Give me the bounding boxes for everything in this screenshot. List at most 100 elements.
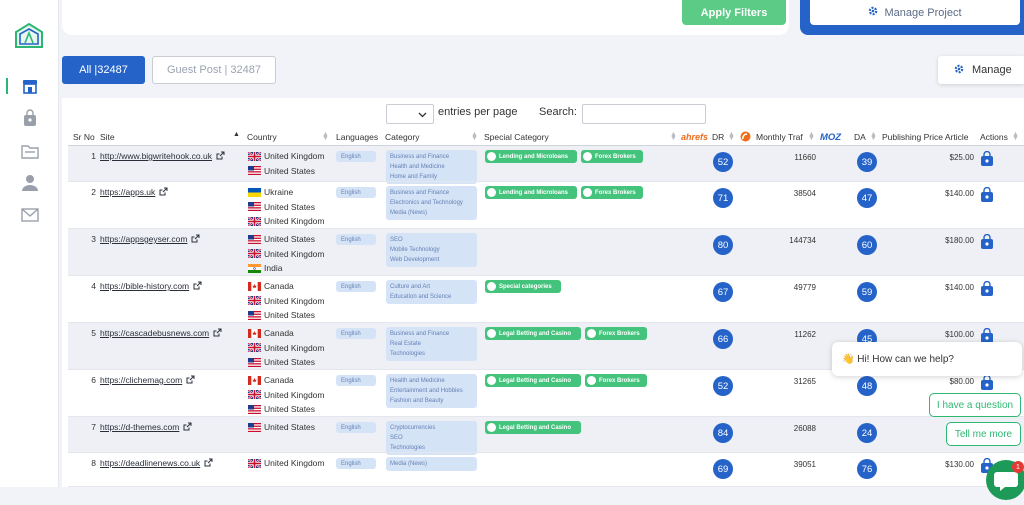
- manage-button[interactable]: Manage: [938, 56, 1024, 84]
- have-question-button[interactable]: I have a question: [929, 393, 1021, 417]
- column-header-da[interactable]: DA: [854, 132, 866, 142]
- da-badge: 76: [857, 459, 877, 479]
- flag-icon: [248, 263, 261, 273]
- check-dot-icon: [487, 152, 496, 161]
- flag-icon: [248, 422, 261, 432]
- ahrefs-logo: ahrefs: [681, 132, 709, 142]
- country-item: United Kingdom: [247, 389, 324, 400]
- flag-icon: [247, 248, 262, 259]
- country-name: United States: [264, 165, 316, 176]
- category-list: Media (News): [386, 457, 477, 471]
- column-header-dr[interactable]: DR: [712, 132, 724, 142]
- user-icon[interactable]: [19, 173, 41, 193]
- store-icon[interactable]: [19, 76, 41, 96]
- tab-all[interactable]: All |32487: [62, 56, 145, 84]
- column-header-site[interactable]: Site: [100, 132, 115, 142]
- da-badge: 24: [857, 423, 877, 443]
- site-url: https://bible-history.com: [100, 281, 190, 291]
- check-dot-icon: [487, 329, 496, 338]
- add-to-cart-icon[interactable]: [980, 374, 994, 391]
- check-dot-icon: [487, 423, 496, 432]
- sort-icon: ▲ ▼: [728, 131, 735, 142]
- category-item: Health and Medicine: [390, 164, 445, 170]
- folder-icon[interactable]: [19, 141, 41, 161]
- add-to-cart-icon[interactable]: [980, 186, 994, 203]
- site-link[interactable]: https://deadlinenews.co.uk: [100, 458, 213, 468]
- monthly-traffic-value: 38504: [793, 189, 816, 198]
- table-row: 8 https://deadlinenews.co.uk United Kingdo…: [68, 453, 1024, 487]
- column-header-publishing-price[interactable]: Publishing Price Article: [882, 132, 968, 142]
- category-list: Health and Medicine Entertainment and Hob…: [386, 374, 477, 408]
- site-link[interactable]: https://bible-history.com: [100, 281, 202, 291]
- special-category-label: Forex Brokers: [595, 189, 636, 196]
- special-category-badge: Legal Betting and Casino: [485, 327, 581, 340]
- mail-icon[interactable]: [19, 205, 41, 225]
- external-link-icon: [200, 458, 213, 468]
- tell-me-more-button[interactable]: Tell me more: [946, 422, 1021, 446]
- special-category-label: Legal Betting and Casino: [499, 330, 572, 337]
- row-sr-no: 8: [91, 458, 96, 468]
- monthly-traffic-value: 31265: [793, 377, 816, 386]
- search-input[interactable]: [582, 104, 706, 124]
- price-value: $130.00: [945, 460, 974, 469]
- site-url: https://apps.uk: [100, 187, 156, 197]
- site-url: https://cascadebusnews.com: [100, 328, 210, 338]
- special-category-label: Forex Brokers: [599, 377, 640, 384]
- column-header-monthly-traffic[interactable]: Monthly Traf: [756, 132, 803, 142]
- site-link[interactable]: https://clichemag.com: [100, 375, 195, 385]
- row-sr-no: 1: [91, 151, 96, 161]
- column-header-sr-no[interactable]: Sr No: [73, 132, 95, 142]
- column-header-country[interactable]: Country: [247, 132, 277, 142]
- country-name: United States: [264, 310, 316, 320]
- category-list: Business and Finance Real Estate Technolog…: [386, 327, 477, 361]
- country-item: United Kingdom: [247, 457, 325, 469]
- monthly-traffic-value: 11660: [794, 153, 816, 162]
- column-header-languages[interactable]: Languages: [336, 132, 378, 142]
- country-item: United States: [248, 166, 315, 176]
- category-item: Business and Finance: [390, 190, 450, 196]
- manage-project-button[interactable]: Manage Project: [810, 0, 1020, 25]
- external-link-icon: [189, 281, 202, 291]
- language-badge: English: [336, 234, 376, 245]
- special-category-badge: Forex Brokers: [585, 327, 647, 340]
- da-badge: 48: [857, 376, 877, 396]
- column-header-category[interactable]: Category: [385, 132, 420, 142]
- flag-icon: [248, 234, 261, 244]
- category-item: Education and Science: [390, 294, 452, 300]
- country-item: Canada: [248, 328, 294, 338]
- site-link[interactable]: https://apps.uk: [100, 187, 168, 197]
- category-list: SEO Mobile Technology Web Development: [386, 233, 477, 267]
- country-name: United States: [264, 201, 316, 212]
- sort-icon: ▲ ▼: [808, 131, 815, 142]
- special-category-badge: Lending and Microloans: [485, 150, 577, 163]
- apply-filters-button[interactable]: Apply Filters: [682, 0, 786, 25]
- site-link[interactable]: https://d-themes.com: [100, 422, 192, 432]
- check-dot-icon: [583, 188, 592, 197]
- country-item: United States: [248, 404, 315, 414]
- price-value: $140.00: [945, 189, 974, 198]
- column-header-special-category[interactable]: Special Category: [484, 132, 549, 142]
- language-badge: English: [336, 281, 376, 292]
- site-link[interactable]: http://www.bigwritehook.co.uk: [100, 151, 225, 161]
- monthly-traffic-value: 11262: [794, 330, 816, 339]
- flag-icon: [248, 187, 261, 197]
- sort-icon: ▲ ▼: [670, 131, 677, 142]
- flag-icon: [247, 215, 262, 227]
- flag-icon: [247, 457, 262, 469]
- shopping-bag-icon[interactable]: [19, 108, 41, 128]
- language-badge: English: [336, 328, 376, 339]
- gear-icon: [868, 6, 878, 19]
- app-logo[interactable]: [14, 22, 44, 52]
- category-list: Business and Finance Health and Medicine H…: [386, 150, 477, 184]
- add-to-cart-icon[interactable]: [980, 280, 994, 297]
- add-to-cart-icon[interactable]: [980, 150, 994, 167]
- add-to-cart-icon[interactable]: [980, 233, 994, 250]
- site-link[interactable]: https://appsgeyser.com: [100, 234, 200, 244]
- tab-guest-post[interactable]: Guest Post | 32487: [152, 56, 276, 84]
- entries-per-page-select[interactable]: [386, 104, 434, 124]
- search-label: Search:: [539, 106, 577, 118]
- country-name: United Kingdom: [264, 458, 325, 468]
- site-link[interactable]: https://cascadebusnews.com: [100, 328, 222, 338]
- category-item: Business and Finance: [390, 154, 450, 160]
- flag-icon: [248, 375, 261, 385]
